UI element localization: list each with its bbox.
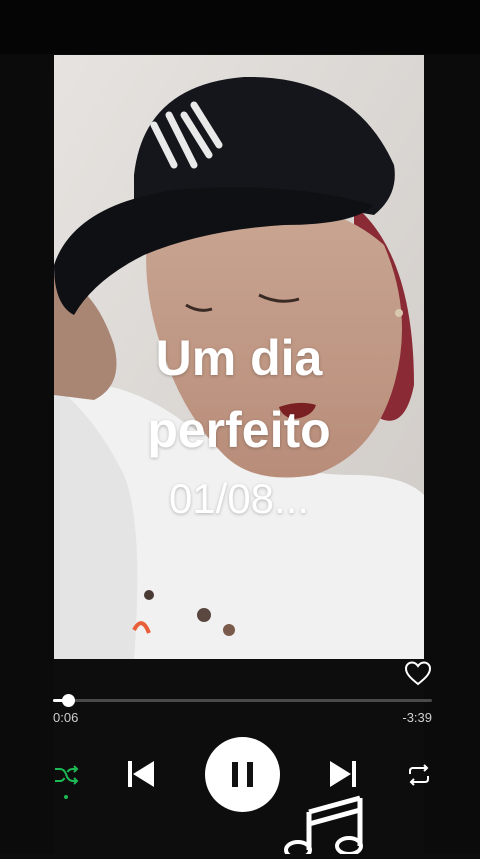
- shuffle-active-dot: [64, 795, 68, 799]
- shuffle-icon[interactable]: [53, 762, 79, 788]
- elapsed-time: 0:06: [53, 710, 79, 725]
- progress-bar[interactable]: [53, 694, 432, 707]
- cover-title-line-2: perfeito: [147, 402, 331, 458]
- music-note-icon: [274, 790, 366, 859]
- skip-previous-icon[interactable]: [124, 757, 158, 791]
- progress-handle[interactable]: [62, 694, 76, 707]
- heart-outline-icon[interactable]: [403, 658, 433, 688]
- cover-subtitle: 01/08...: [168, 475, 310, 522]
- skip-next-icon[interactable]: [326, 757, 360, 791]
- status-bar-area: [0, 0, 480, 54]
- left-backdrop: [0, 54, 54, 854]
- album-cover: Um dia perfeito 01/08...: [54, 55, 424, 659]
- progress-track: [53, 699, 432, 702]
- right-backdrop: [424, 54, 480, 854]
- pause-icon: [232, 762, 253, 787]
- pause-button[interactable]: [205, 737, 280, 812]
- cover-title-line-1: Um dia: [155, 330, 323, 386]
- repeat-icon[interactable]: [405, 762, 433, 788]
- remaining-time: -3:39: [402, 710, 432, 725]
